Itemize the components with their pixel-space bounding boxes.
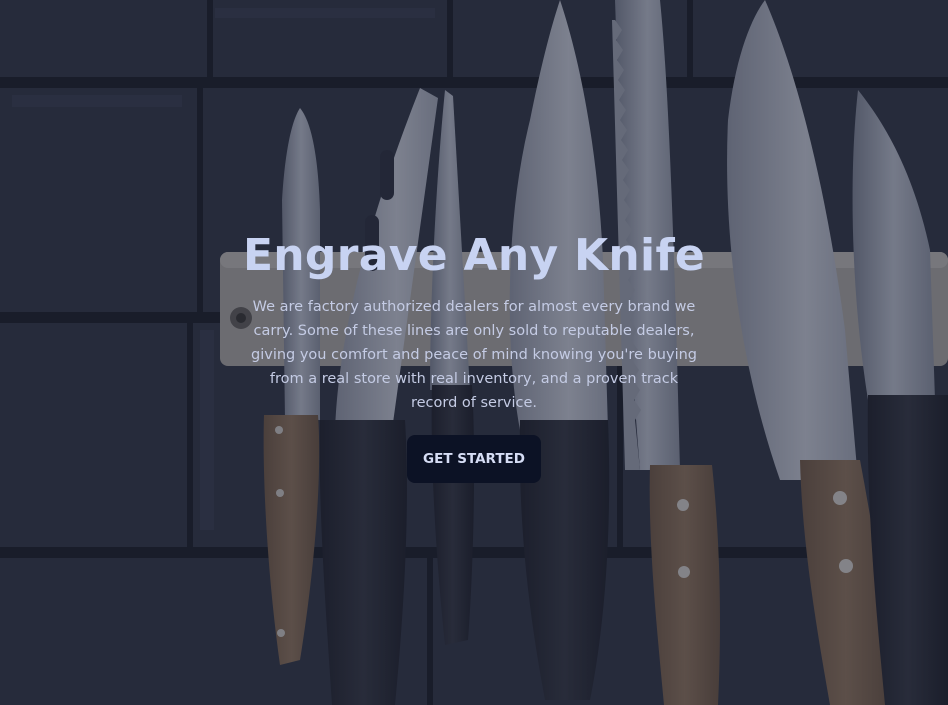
hero-content: Engrave Any Knife We are factory authori… — [0, 228, 948, 483]
get-started-button[interactable]: GET STARTED — [407, 435, 541, 483]
hero-description: We are factory authorized dealers for al… — [251, 299, 697, 411]
hero-section: Engrave Any Knife We are factory authori… — [0, 0, 948, 705]
hero-title: Engrave Any Knife — [242, 230, 706, 281]
